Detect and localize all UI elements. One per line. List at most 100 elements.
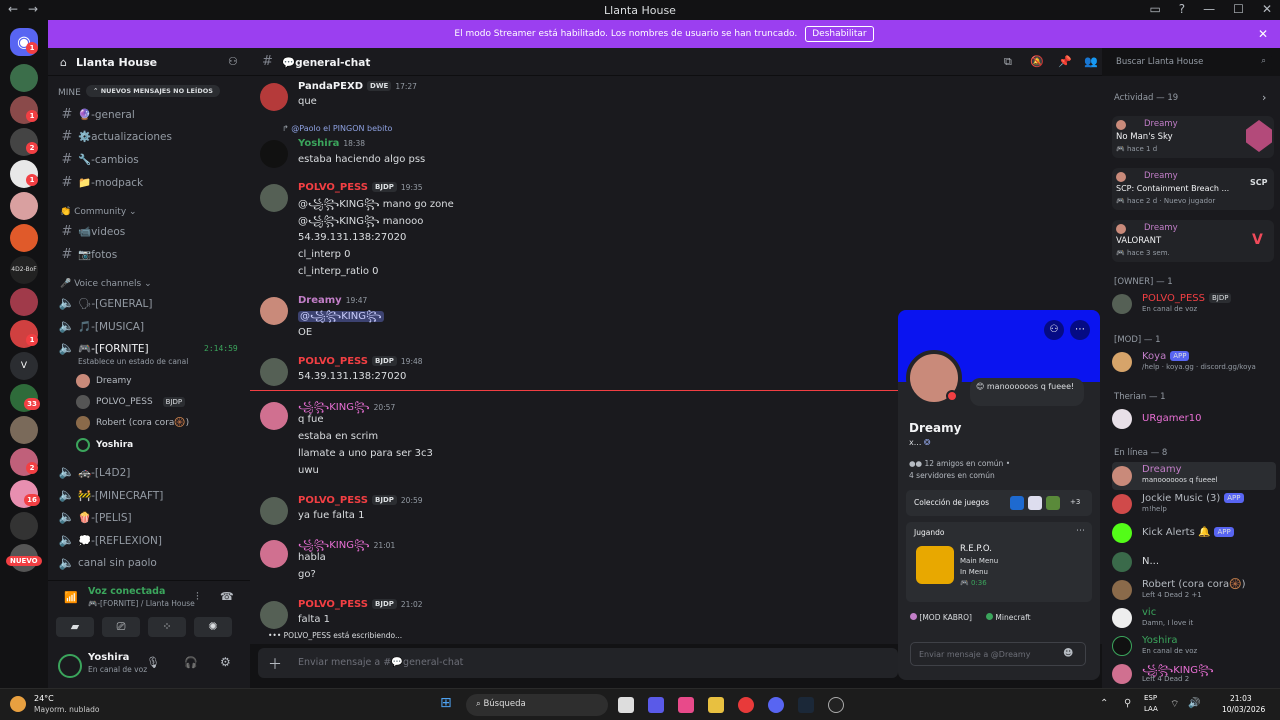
signal-icon[interactable]: 📶 bbox=[64, 591, 78, 604]
search-input[interactable]: Buscar Llanta House ⌕ bbox=[1110, 54, 1272, 72]
server-header[interactable]: ⌂ Llanta House ⌄ ⚇ bbox=[48, 48, 250, 76]
avatar[interactable] bbox=[260, 83, 288, 111]
microphone-icon[interactable]: 🎙 bbox=[146, 656, 160, 669]
mutual-friends[interactable]: ●● 12 amigos en común • bbox=[909, 459, 1010, 468]
close-button[interactable]: ✕ bbox=[1262, 2, 1272, 16]
voice-channel-minecraft[interactable]: 🔈 🚧-[MINECRAFT] bbox=[56, 485, 242, 505]
windows-start-icon[interactable]: ⊞ bbox=[440, 695, 452, 711]
wifi-icon[interactable]: ⌔ bbox=[1170, 698, 1179, 711]
message-author[interactable]: POLVO_PESS BJDP 20:59 bbox=[298, 495, 423, 506]
category-voice[interactable]: 🎤 Voice channels ⌄ bbox=[60, 279, 152, 289]
discord-icon[interactable] bbox=[768, 697, 784, 713]
voice-user[interactable]: Yoshira bbox=[76, 436, 133, 454]
message[interactable]: POLVO_PESS BJDP 19:48 54.39.131.138:27020 bbox=[260, 356, 900, 386]
message-author[interactable]: POLVO_PESS BJDP 21:02 bbox=[298, 599, 423, 610]
notification-bell-icon[interactable]: 🔕 bbox=[1030, 55, 1044, 68]
channel-status[interactable]: Establece un estado de canal bbox=[78, 357, 188, 366]
volume-icon[interactable]: 🔊 bbox=[1188, 698, 1200, 709]
server-icon[interactable]: 4D2-BoF bbox=[10, 256, 38, 284]
language[interactable]: ESP bbox=[1144, 694, 1157, 702]
headphones-icon[interactable]: 🎧 bbox=[184, 656, 198, 669]
member-item[interactable]: Yoshira En canal de voz bbox=[1112, 632, 1276, 660]
avatar[interactable] bbox=[260, 297, 288, 325]
server-icon[interactable] bbox=[10, 64, 38, 92]
screen-share-button[interactable]: ⎚ bbox=[102, 617, 140, 637]
channel-fotos[interactable]: # 📷fotos bbox=[56, 244, 242, 264]
chevron-right-icon[interactable]: › bbox=[1262, 91, 1266, 104]
channel-cambios[interactable]: # 🔧-cambios bbox=[56, 149, 242, 169]
activity-card[interactable]: Dreamy SCP: Containment Breach ... 🎮 hac… bbox=[1112, 168, 1274, 210]
keyboard-layout[interactable]: LAA bbox=[1144, 705, 1158, 713]
minimize-button[interactable]: — bbox=[1203, 2, 1215, 16]
threads-icon[interactable]: ⧉ bbox=[1004, 55, 1012, 69]
app-icon[interactable] bbox=[828, 697, 844, 713]
close-icon[interactable]: ✕ bbox=[1258, 27, 1268, 41]
inbox-icon[interactable]: ▭ bbox=[1149, 2, 1160, 16]
new-messages-pill[interactable]: ⌃ NUEVOS MENSAJES NO LEÍDOS bbox=[86, 85, 220, 97]
weather-icon[interactable] bbox=[10, 696, 26, 712]
server-icon[interactable] bbox=[10, 416, 38, 444]
settings-icon[interactable]: ⚙ bbox=[220, 655, 231, 669]
avatar[interactable] bbox=[260, 358, 288, 386]
message[interactable]: Dreamy 19:47 @꧁꧂KING꧂ OE bbox=[260, 295, 900, 338]
avatar[interactable] bbox=[58, 654, 82, 678]
emoji-icon[interactable]: ☻ bbox=[1063, 648, 1073, 659]
help-icon[interactable]: ? bbox=[1179, 2, 1185, 16]
message[interactable]: ↱ @Paolo el PINGON bebito Yoshira 18:38 e… bbox=[260, 124, 900, 168]
member-item[interactable]: Jockie Music (3) APP m!help bbox=[1112, 490, 1276, 518]
voice-user[interactable]: Robert (cora cora🛞) bbox=[76, 414, 189, 432]
disable-button[interactable]: Deshabilitar bbox=[805, 26, 874, 42]
member-item[interactable]: N... bbox=[1112, 548, 1276, 576]
message-author[interactable]: PandaPEXD DWE 17:27 bbox=[298, 81, 417, 92]
avatar[interactable] bbox=[260, 601, 288, 629]
camera-button[interactable]: ▰ bbox=[56, 617, 94, 637]
message[interactable]: ꧁꧂KING꧂ 20:57 q fue estaba en scrim llama… bbox=[260, 400, 900, 476]
avatar[interactable] bbox=[260, 402, 288, 430]
voice-channel-reflexion[interactable]: 🔈 💭-[REFLEXION] bbox=[56, 530, 242, 550]
file-explorer-icon[interactable] bbox=[708, 697, 724, 713]
now-playing-card[interactable]: Jugando ⋯ R.E.P.O. Main Menu In Menu 🎮 0… bbox=[906, 522, 1092, 602]
server-icon[interactable] bbox=[10, 224, 38, 252]
members-list-icon[interactable]: 👥 bbox=[1084, 55, 1098, 68]
maximize-button[interactable]: ☐ bbox=[1233, 2, 1244, 16]
add-attachment-icon[interactable]: ＋ bbox=[268, 654, 282, 674]
disconnect-icon[interactable]: ☎ bbox=[220, 590, 234, 603]
voice-channel-pelis[interactable]: 🔈 🍿-[PELIS] bbox=[56, 507, 242, 527]
channel-videos[interactable]: # 📹videos bbox=[56, 221, 242, 241]
add-friend-icon[interactable]: ⚇ bbox=[1044, 320, 1064, 340]
message[interactable]: POLVO_PESS BJDP 20:59 ya fue falta 1 bbox=[260, 495, 900, 525]
category-community[interactable]: 👏 Community ⌄ bbox=[60, 207, 137, 217]
activity-card[interactable]: Dreamy VALORANT 🎮 hace 3 sem. V bbox=[1112, 220, 1274, 262]
clock-date[interactable]: 10/03/2026 bbox=[1222, 705, 1265, 714]
tray-icon[interactable]: ⚲ bbox=[1124, 698, 1131, 709]
message[interactable]: ꧁꧂KING꧂ 21:01 habla go? bbox=[260, 538, 900, 582]
message[interactable]: POLVO_PESS BJDP 19:35 @꧁꧂KING꧂ mano go zon… bbox=[260, 182, 900, 278]
voice-channel-path[interactable]: 🎮-[FORNITE] / Llanta House bbox=[88, 599, 195, 608]
channel-actualizaciones[interactable]: # ⚙️actualizaciones bbox=[56, 126, 242, 146]
reply-reference[interactable]: ↱ @Paolo el PINGON bebito bbox=[282, 124, 392, 133]
voice-channel-musica[interactable]: 🔈 🎵-[MUSICA] bbox=[56, 316, 242, 336]
direct-message-input[interactable]: Enviar mensaje a @Dreamy ☻ bbox=[910, 642, 1086, 666]
member-item[interactable]: POLVO_PESS BJDP En canal de voz bbox=[1112, 290, 1276, 318]
voice-channel-sin-paolo[interactable]: 🔈 canal sin paolo bbox=[56, 553, 242, 573]
teams-icon[interactable] bbox=[648, 697, 664, 713]
show-hidden-icons[interactable]: ⌃ bbox=[1100, 698, 1108, 709]
server-icon[interactable] bbox=[10, 512, 38, 540]
channel-modpack[interactable]: # 📁-modpack bbox=[56, 172, 242, 192]
add-member-icon[interactable]: ⚇ bbox=[228, 55, 238, 68]
message-author[interactable]: Yoshira 18:38 bbox=[298, 138, 365, 149]
member-item[interactable]: URgamer10 bbox=[1112, 405, 1276, 433]
message[interactable]: PandaPEXD DWE 17:27 que bbox=[260, 81, 900, 115]
avatar[interactable] bbox=[260, 497, 288, 525]
mutual-servers[interactable]: 4 servidores en común bbox=[909, 471, 995, 480]
noise-suppression-icon[interactable]: ⫶ bbox=[196, 590, 199, 604]
server-icon[interactable] bbox=[10, 192, 38, 220]
activities-button[interactable]: ⁘ bbox=[148, 617, 186, 637]
message-composer[interactable]: ＋ Enviar mensaje a #💬general-chat bbox=[258, 648, 898, 678]
pin-icon[interactable]: 📌 bbox=[1058, 55, 1072, 68]
opera-icon[interactable] bbox=[738, 697, 754, 713]
channel-general[interactable]: # 🔮-general bbox=[56, 104, 242, 124]
message[interactable]: POLVO_PESS BJDP 21:02 falta 1 bbox=[260, 599, 900, 629]
activity-card[interactable]: Dreamy No Man's Sky 🎮 hace 1 d bbox=[1112, 116, 1274, 158]
voice-user[interactable]: Dreamy bbox=[76, 372, 132, 390]
